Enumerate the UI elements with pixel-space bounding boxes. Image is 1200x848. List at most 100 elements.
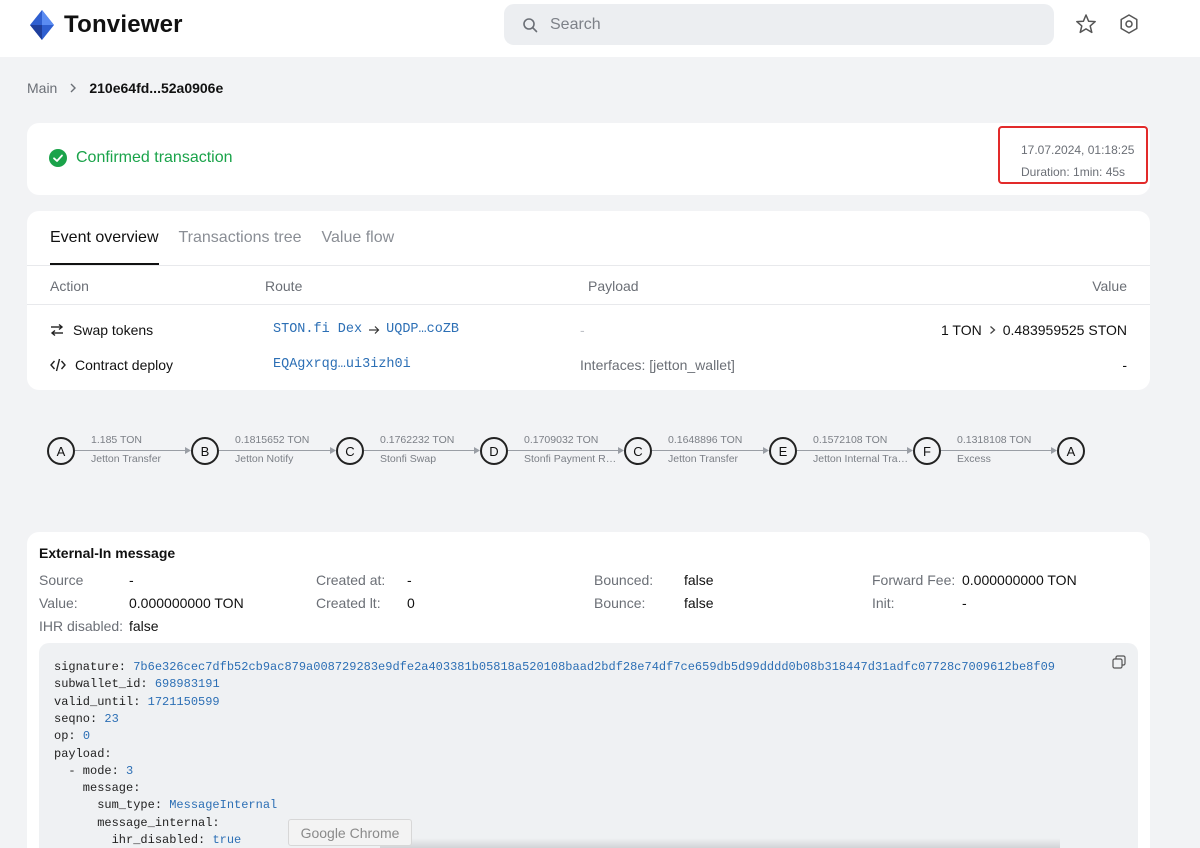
flow-edge-amount: 0.1648896 TON: [668, 434, 743, 446]
flow-edge-label: Jetton Transfer: [668, 453, 739, 465]
column-header-payload: Payload: [588, 278, 639, 294]
message-title: External-In message: [39, 545, 176, 561]
payload-cell: Interfaces: [jetton_wallet]: [580, 357, 735, 373]
flow-edge-label: Jetton Transfer: [91, 453, 162, 465]
flow-edge-label: Jetton Notify: [235, 453, 294, 465]
message-body-code[interactable]: signature: 7b6e326cec7dfb52cb9ac879a0087…: [39, 643, 1138, 848]
code-line: ihr_disabled: true: [54, 833, 242, 847]
code-value: 0: [82, 729, 91, 744]
init-label: Init:: [872, 595, 895, 611]
bounce-label: Bounce:: [594, 595, 646, 611]
code-value: 23: [104, 711, 119, 726]
flow-edge-line: [364, 450, 476, 451]
value-cell: -: [1122, 357, 1127, 373]
flow-node[interactable]: A: [47, 437, 75, 465]
timestamp-highlight-box: 17.07.2024, 01:18:25 Duration: 1min: 45s: [998, 126, 1148, 184]
created-at-label: Created at:: [316, 572, 386, 588]
contract-address-link[interactable]: EQAgxrqg…ui3izh0i: [273, 357, 411, 372]
bounce-value: false: [684, 595, 714, 611]
transaction-datetime: 17.07.2024, 01:18:25: [1021, 143, 1135, 157]
code-line: - mode: 3: [54, 764, 133, 778]
flow-edge-amount: 0.1318108 TON: [957, 434, 1032, 446]
value-out: 0.483959525 STON: [1002, 322, 1127, 338]
flow-node[interactable]: F: [913, 437, 941, 465]
flow-edge-label: Jetton Internal Transfer: [813, 453, 911, 465]
route-to-link[interactable]: UQDP…coZB: [386, 322, 459, 337]
column-header-action: Action: [50, 278, 89, 294]
flow-edge-line: [652, 450, 765, 451]
event-overview-card: Event overview Transactions tree Value f…: [27, 211, 1150, 390]
app-name: Tonviewer: [64, 11, 183, 38]
transaction-status-card: Confirmed transaction 17.07.2024, 01:18:…: [27, 123, 1150, 195]
tab-transactions-tree[interactable]: Transactions tree: [179, 229, 302, 265]
flow-edge-line: [219, 450, 332, 451]
created-at-value: -: [407, 572, 412, 588]
action-label: Swap tokens: [73, 322, 154, 338]
value-label: Value:: [39, 595, 78, 611]
breadcrumb-current: 210e64fd...52a0906e: [89, 80, 224, 96]
flow-node[interactable]: C: [624, 437, 652, 465]
header-divider: [27, 304, 1150, 305]
search-input[interactable]: [550, 15, 1010, 34]
flow-edge-amount: 0.1709032 TON: [524, 434, 599, 446]
route-cell: EQAgxrqg…ui3izh0i: [273, 357, 411, 372]
transaction-duration: Duration: 1min: 45s: [1021, 165, 1126, 179]
code-line: op: 0: [54, 729, 90, 743]
column-header-value: Value: [1092, 278, 1127, 294]
copy-icon[interactable]: [1112, 655, 1126, 669]
code-value: 3: [126, 763, 134, 778]
check-circle-icon: [49, 149, 67, 167]
code-key: - mode:: [54, 763, 127, 778]
status-indicator: Confirmed transaction: [49, 149, 233, 167]
breadcrumb-main-link[interactable]: Main: [27, 80, 57, 96]
flow-node[interactable]: C: [336, 437, 364, 465]
forward-fee-value: 0.000000000 TON: [962, 572, 1077, 588]
flow-node[interactable]: B: [191, 437, 219, 465]
value-value: 0.000000000 TON: [129, 595, 244, 611]
settings-icon[interactable]: [1118, 13, 1140, 35]
action-swap-tokens[interactable]: Swap tokens: [50, 322, 153, 338]
flow-edge-label: Stonfi Swap: [380, 453, 437, 465]
tab-event-overview[interactable]: Event overview: [50, 229, 159, 265]
flow-node[interactable]: A: [1057, 437, 1085, 465]
code-line: signature: 7b6e326cec7dfb52cb9ac879a0087…: [54, 660, 1055, 674]
bottom-shadow-overlay: [380, 838, 1060, 848]
code-key: message:: [54, 781, 141, 796]
ihr-disabled-value: false: [129, 618, 159, 634]
route-from-link[interactable]: STON.fi Dex: [273, 322, 362, 337]
flow-edge-line: [941, 450, 1053, 451]
search-bar[interactable]: [504, 4, 1054, 45]
logo[interactable]: Tonviewer: [30, 10, 183, 40]
action-contract-deploy[interactable]: Contract deploy: [50, 357, 173, 373]
flow-edge-amount: 1.185 TON: [91, 434, 142, 446]
code-line: seqno: 23: [54, 712, 119, 726]
code-key: subwallet_id:: [54, 677, 155, 692]
external-in-message-card: External-In message Source - Value: 0.00…: [27, 532, 1150, 848]
code-line: payload:: [54, 747, 112, 761]
route-cell: STON.fi Dex UQDP…coZB: [273, 322, 459, 337]
code-key: signature:: [54, 660, 134, 674]
code-key: valid_until:: [54, 694, 148, 709]
flow-edge-label: Excess: [957, 453, 991, 465]
action-label: Contract deploy: [75, 357, 174, 373]
code-key: ihr_disabled:: [54, 833, 213, 847]
browser-tooltip: Google Chrome: [288, 819, 412, 846]
source-label: Source: [39, 572, 84, 588]
flow-node[interactable]: E: [769, 437, 797, 465]
flow-node[interactable]: D: [480, 437, 508, 465]
tab-value-flow[interactable]: Value flow: [322, 229, 395, 265]
flow-edge-label: Stonfi Payment Request: [524, 453, 622, 465]
payload-cell: -: [580, 322, 585, 338]
created-lt-label: Created lt:: [316, 595, 381, 611]
tabs-divider: [27, 265, 1150, 266]
status-label: Confirmed transaction: [76, 149, 233, 166]
code-key: op:: [54, 729, 83, 744]
flow-edge-line: [508, 450, 620, 451]
code-key: payload:: [54, 746, 112, 761]
source-value: -: [129, 572, 134, 588]
code-icon: [50, 358, 66, 372]
star-icon[interactable]: [1075, 13, 1097, 35]
code-value: 698983191: [154, 677, 220, 692]
code-key: sum_type:: [54, 798, 170, 813]
flow-edge-amount: 0.1815652 TON: [235, 434, 310, 446]
